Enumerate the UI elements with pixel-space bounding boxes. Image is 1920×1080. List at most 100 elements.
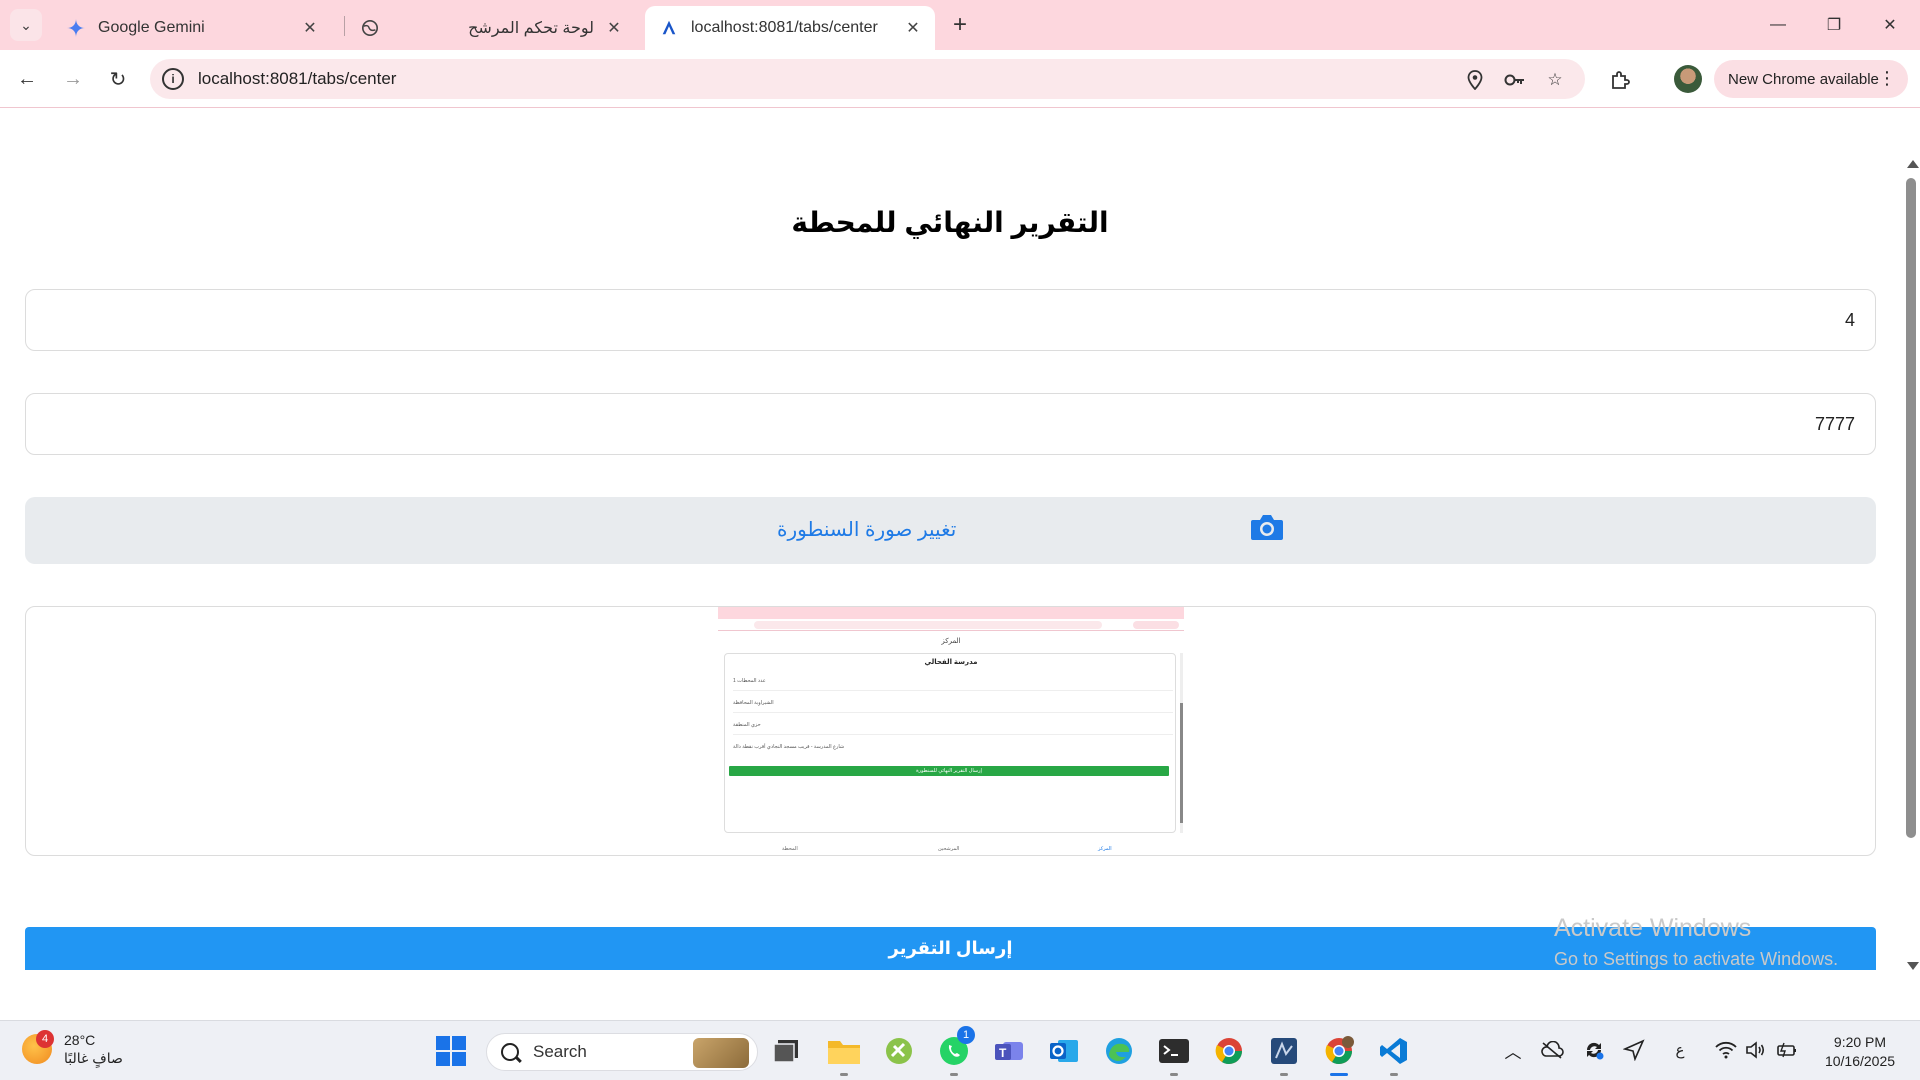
pycharm-icon[interactable] <box>880 1032 918 1070</box>
change-photo-button[interactable]: تغيير صورة السنطورة <box>25 497 1876 564</box>
field-value: 7777 <box>1814 413 1855 434</box>
sync-icon[interactable] <box>1580 1035 1608 1065</box>
battery-icon[interactable] <box>1772 1035 1800 1065</box>
close-icon[interactable]: ✕ <box>298 16 322 40</box>
ssms-icon[interactable] <box>1265 1032 1303 1076</box>
gemini-icon <box>66 18 86 38</box>
temperature: 28°C <box>64 1032 96 1048</box>
tab-strip: ⌄ Google Gemini ✕ لوحة تحكم المرشح ✕ loc… <box>0 0 1920 50</box>
weather-badge: 4 <box>36 1030 54 1048</box>
scroll-up-arrow[interactable] <box>1907 160 1919 168</box>
close-icon[interactable]: ✕ <box>602 16 626 40</box>
file-explorer-icon[interactable] <box>825 1032 863 1076</box>
scroll-down-arrow[interactable] <box>1907 962 1919 970</box>
tab-title: Google Gemini <box>98 19 205 36</box>
activate-windows-watermark: Activate Windows Go to Settings to activ… <box>1554 914 1838 970</box>
forward-icon[interactable]: → <box>58 64 88 94</box>
search-icon <box>501 1043 519 1061</box>
page-scrollbar[interactable] <box>1903 108 1920 976</box>
tab-gemini[interactable]: Google Gemini ✕ <box>52 6 332 50</box>
location-icon[interactable] <box>1464 69 1486 91</box>
extensions-icon[interactable] <box>1606 66 1634 94</box>
update-label: New Chrome available <box>1728 70 1879 88</box>
angular-icon <box>659 18 679 38</box>
watermark-line1: Activate Windows <box>1554 914 1752 942</box>
vscode-icon[interactable] <box>1375 1032 1413 1076</box>
key-icon[interactable] <box>1504 69 1526 91</box>
preview-image: المركز مدرسة الفحالي 1 عدد المحطات الشير… <box>718 607 1184 855</box>
preview-send-button: إرسال التقرير النهائي للسنطورة <box>729 766 1169 776</box>
terminal-icon[interactable] <box>1155 1032 1193 1076</box>
menu-dots-icon[interactable]: ⋮ <box>1878 68 1896 88</box>
restore-button[interactable]: ❐ <box>1806 0 1862 50</box>
search-placeholder: Search <box>533 1042 587 1061</box>
tab-title: localhost:8081/tabs/center <box>691 19 878 36</box>
page-content: التقرير النهائي للمحطة 4 7777 تغيير صورة… <box>0 108 1920 1020</box>
svg-text:T: T <box>999 1046 1007 1060</box>
volume-icon[interactable] <box>1742 1035 1770 1065</box>
preview-row: شارع المدرسة - قريب مسجد النجادي أقرب نق… <box>733 744 845 750</box>
chrome-icon[interactable] <box>1210 1032 1248 1070</box>
address-bar[interactable]: i localhost:8081/tabs/center ☆ <box>150 59 1585 99</box>
bookmark-star-icon[interactable]: ☆ <box>1544 69 1566 91</box>
back-icon[interactable]: ← <box>12 64 42 94</box>
close-window-button[interactable]: ✕ <box>1862 0 1918 50</box>
page-title: التقرير النهائي للمحطة <box>791 207 1109 238</box>
watermark-line2: Go to Settings to activate Windows. <box>1554 949 1839 969</box>
chrome-profile-icon[interactable] <box>1320 1032 1358 1076</box>
tab-separator <box>344 16 345 36</box>
photo-preview: المركز مدرسة الفحالي 1 عدد المحطات الشير… <box>25 606 1876 856</box>
camera-icon <box>1250 512 1284 542</box>
preview-nav-item: المحطة <box>782 846 798 852</box>
clock-date: 10/16/2025 <box>1824 1053 1896 1069</box>
tab-localhost[interactable]: localhost:8081/tabs/center ✕ <box>645 6 935 50</box>
field-value: 4 <box>1844 309 1855 330</box>
browser-toolbar: ← → ↻ i localhost:8081/tabs/center ☆ New… <box>0 50 1920 108</box>
tab-candidate-dashboard[interactable]: لوحة تحكم المرشح ✕ <box>346 6 636 50</box>
weather-sun-icon: 4 <box>22 1030 54 1064</box>
weather-description: صافٍ غالبًا <box>64 1050 123 1066</box>
change-photo-label: تغيير صورة السنطورة <box>777 519 957 541</box>
preview-row: 1 عدد المحطات <box>733 678 766 684</box>
report-number-input[interactable]: 7777 <box>25 393 1876 455</box>
input-language[interactable]: ع <box>1666 1035 1694 1065</box>
reload-icon[interactable]: ↻ <box>103 64 133 94</box>
task-view-icon[interactable] <box>767 1032 805 1070</box>
outlook-icon[interactable] <box>1045 1032 1083 1070</box>
tab-search-button[interactable]: ⌄ <box>10 9 42 41</box>
taskbar-search[interactable]: Search <box>486 1033 758 1071</box>
preview-card-title: مدرسة الفحالي <box>924 659 978 666</box>
clock-time: 9:20 PM <box>1833 1034 1887 1050</box>
whatsapp-icon[interactable]: 1 <box>935 1026 975 1076</box>
submit-label: إرسال التقرير <box>888 938 1013 958</box>
new-tab-button[interactable]: + <box>946 11 974 39</box>
scrollbar-thumb[interactable] <box>1906 178 1916 838</box>
preview-row: الشيراوية المحافظة <box>733 700 774 706</box>
weather-widget[interactable]: 4 28°C صافٍ غالبًا <box>22 1030 123 1067</box>
chrome-update-button[interactable]: New Chrome available ⋮ <box>1714 60 1908 98</box>
teams-icon[interactable]: T <box>990 1032 1028 1070</box>
send-icon[interactable] <box>1620 1035 1648 1065</box>
system-clock[interactable]: 9:20 PM 10/16/2025 <box>1810 1033 1910 1071</box>
taskbar: 4 28°C صافٍ غالبًا Search 1 T ︿ ع 9:20 P… <box>0 1020 1920 1080</box>
chevron-up-icon[interactable]: ︿ <box>1500 1035 1526 1065</box>
site-info-icon[interactable]: i <box>162 68 184 90</box>
chevron-down-icon: ⌄ <box>20 16 32 33</box>
preview-row: حزي المنطقة <box>733 722 761 728</box>
url-text: localhost:8081/tabs/center <box>198 69 397 88</box>
minimize-button[interactable]: — <box>1750 0 1806 50</box>
windows-start-icon[interactable] <box>432 1032 470 1070</box>
wifi-icon[interactable] <box>1712 1035 1740 1065</box>
edge-icon[interactable] <box>1100 1032 1138 1070</box>
preview-nav-item: المرشحين <box>938 846 960 852</box>
globe-icon <box>360 18 380 38</box>
preview-nav-item: المركز <box>1098 846 1112 852</box>
preview-top-label: المركز <box>941 638 961 645</box>
stations-count-input[interactable]: 4 <box>25 289 1876 351</box>
onedrive-off-icon[interactable] <box>1538 1035 1566 1065</box>
whatsapp-badge: 1 <box>957 1026 975 1044</box>
tab-title: لوحة تحكم المرشح <box>468 20 594 37</box>
close-icon[interactable]: ✕ <box>901 16 925 40</box>
search-highlight-image <box>693 1038 749 1068</box>
profile-avatar[interactable] <box>1674 65 1702 93</box>
